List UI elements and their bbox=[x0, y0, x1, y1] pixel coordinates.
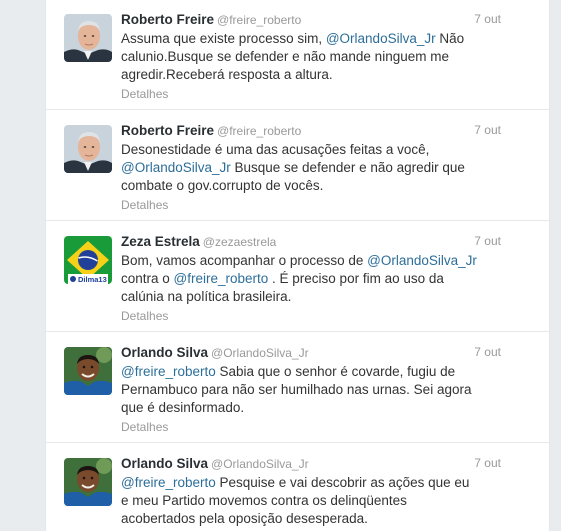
tweet-text: @freire_roberto Sabia que o senhor é cov… bbox=[121, 363, 496, 417]
tweet-stream: Roberto Freire @freire_roberto 7 out Assu… bbox=[45, 0, 550, 531]
tweet-text-segment: agredir.Receberá resposta a altura. bbox=[121, 67, 333, 82]
tweet-text-segment: Busque se defender e não agredir que bbox=[230, 160, 465, 175]
tweet-text-segment: acobertados pela oposição desesperada. bbox=[121, 511, 368, 526]
tweet-item[interactable]: Orlando Silva @OrlandoSilva_Jr 7 out @fre… bbox=[46, 332, 549, 443]
tweet-fullname[interactable]: Roberto Freire bbox=[121, 12, 214, 27]
tweet-text-segment: Pernambuco para não ser humilhado nas ur… bbox=[121, 382, 472, 397]
details-link[interactable]: Detalhes bbox=[121, 420, 168, 434]
tweet-text-segment: calunio.Busque se defender e não mande n… bbox=[121, 49, 449, 64]
tweet-fullname[interactable]: Roberto Freire bbox=[121, 123, 214, 138]
tweet-timestamp[interactable]: 7 out bbox=[474, 12, 501, 26]
tweet-text-segment: Não bbox=[435, 31, 465, 46]
tweet-header: Orlando Silva @OrlandoSilva_Jr bbox=[121, 455, 506, 473]
tweet-header: Roberto Freire @freire_roberto bbox=[121, 11, 506, 29]
tweet-text-segment: calúnia na política brasileira. bbox=[121, 289, 292, 304]
tweet-fullname[interactable]: Orlando Silva bbox=[121, 456, 208, 471]
tweet-text: Assuma que existe processo sim, @Orlando… bbox=[121, 30, 496, 84]
tweet-text: @freire_roberto Pesquise e vai descobrir… bbox=[121, 474, 496, 528]
tweet-text-segment: que é desinformado. bbox=[121, 400, 245, 415]
tweet-item[interactable]: Orlando Silva @OrlandoSilva_Jr 7 out @fre… bbox=[46, 443, 549, 531]
tweet-text-segment: Pesquise e vai descobrir as ações que eu bbox=[215, 475, 470, 490]
avatar[interactable]: Dilma13 bbox=[64, 236, 112, 284]
tweet-text-segment: combate o gov.corrupto de vocês. bbox=[121, 178, 324, 193]
tweet-username[interactable]: @freire_roberto bbox=[217, 13, 301, 27]
details-link[interactable]: Detalhes bbox=[121, 309, 168, 323]
tweet-timestamp[interactable]: 7 out bbox=[474, 234, 501, 248]
mention-link[interactable]: @OrlandoSilva_Jr bbox=[367, 253, 477, 268]
tweet-text: Desonestidade é uma das acusações feitas… bbox=[121, 141, 496, 195]
mention-link[interactable]: @OrlandoSilva_Jr bbox=[121, 160, 231, 175]
roberto-freire-avatar bbox=[64, 125, 112, 173]
tweet-text-segment: Sabia que o senhor é covarde, fugiu de bbox=[215, 364, 456, 379]
tweet-header: Orlando Silva @OrlandoSilva_Jr bbox=[121, 344, 506, 362]
avatar[interactable] bbox=[64, 347, 112, 395]
tweet-header: Zeza Estrela @zezaestrela bbox=[121, 233, 506, 251]
mention-link[interactable]: @OrlandoSilva_Jr bbox=[326, 31, 436, 46]
tweet-timestamp[interactable]: 7 out bbox=[474, 123, 501, 137]
tweet-text-segment: Bom, vamos acompanhar o processo de bbox=[121, 253, 368, 268]
tweet-fullname[interactable]: Zeza Estrela bbox=[121, 234, 200, 249]
tweet-username[interactable]: @freire_roberto bbox=[217, 124, 301, 138]
tweet-item[interactable]: Dilma13 Zeza Estrela @zezaestrela 7 out B… bbox=[46, 221, 549, 332]
avatar[interactable] bbox=[64, 458, 112, 506]
orlando-silva-avatar bbox=[64, 458, 112, 506]
tweet-text: Bom, vamos acompanhar o processo de @Orl… bbox=[121, 252, 496, 306]
brazil-flag-dilma13-avatar: Dilma13 bbox=[64, 236, 112, 284]
avatar-text: Dilma13 bbox=[78, 275, 107, 284]
tweet-timestamp[interactable]: 7 out bbox=[474, 345, 501, 359]
tweet-username[interactable]: @OrlandoSilva_Jr bbox=[211, 346, 309, 360]
tweet-header: Roberto Freire @freire_roberto bbox=[121, 122, 506, 140]
mention-link[interactable]: @freire_roberto bbox=[121, 475, 216, 490]
tweet-text-segment: contra o bbox=[121, 271, 174, 286]
avatar[interactable] bbox=[64, 14, 112, 62]
orlando-silva-avatar bbox=[64, 347, 112, 395]
details-link[interactable]: Detalhes bbox=[121, 87, 168, 101]
mention-link[interactable]: @freire_roberto bbox=[121, 364, 216, 379]
tweet-timestamp[interactable]: 7 out bbox=[474, 456, 501, 470]
details-link[interactable]: Detalhes bbox=[121, 198, 168, 212]
tweet-item[interactable]: Roberto Freire @freire_roberto 7 out Deso… bbox=[46, 110, 549, 221]
tweet-item[interactable]: Roberto Freire @freire_roberto 7 out Assu… bbox=[46, 0, 549, 110]
mention-link[interactable]: @freire_roberto bbox=[174, 271, 269, 286]
tweet-text-segment: e meu Partido movemos contra os delinqüe… bbox=[121, 493, 407, 508]
tweet-text-segment: . É preciso por fim ao uso da bbox=[268, 271, 444, 286]
tweet-fullname[interactable]: Orlando Silva bbox=[121, 345, 208, 360]
roberto-freire-avatar bbox=[64, 14, 112, 62]
tweet-text-segment: Assuma que existe processo sim, bbox=[121, 31, 326, 46]
tweet-username[interactable]: @zezaestrela bbox=[203, 235, 277, 249]
avatar[interactable] bbox=[64, 125, 112, 173]
tweet-text-segment: Desonestidade é uma das acusações feitas… bbox=[121, 142, 430, 157]
tweet-username[interactable]: @OrlandoSilva_Jr bbox=[211, 457, 309, 471]
